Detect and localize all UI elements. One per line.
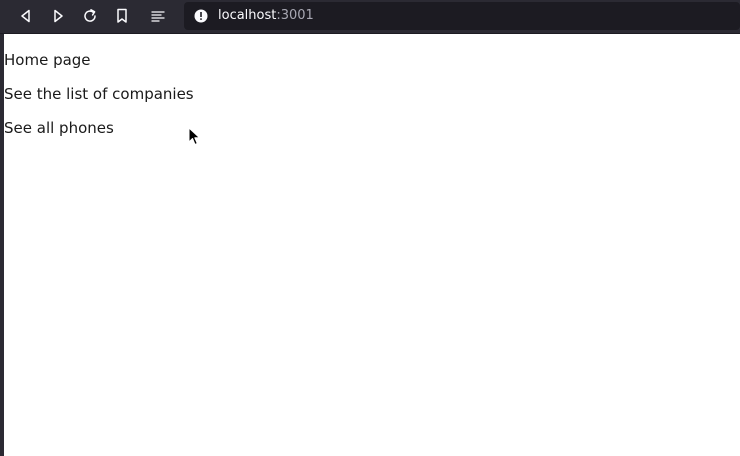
reader-view-button[interactable] [144,3,172,29]
reader-view-icon [151,11,165,22]
bookmark-button[interactable] [108,3,136,29]
all-phones-link[interactable]: See all phones [4,119,114,137]
page-content: Home page See the list of companies See … [4,34,740,456]
home-page-link[interactable]: Home page [4,51,91,69]
reload-button[interactable] [76,3,104,29]
companies-list-link[interactable]: See the list of companies [4,85,194,103]
site-info-icon[interactable] [194,9,208,23]
url-host: localhost [218,8,277,23]
url-port: :3001 [276,8,314,23]
reload-icon [84,9,96,22]
back-button[interactable] [12,3,40,29]
mouse-pointer-icon [188,127,200,145]
forward-arrow-icon [54,9,63,23]
browser-toolbar: localhost:3001 [0,0,740,34]
url-text[interactable]: localhost:3001 [218,8,314,23]
forward-button[interactable] [44,3,72,29]
back-arrow-icon [21,9,30,23]
url-bar[interactable]: localhost:3001 [184,2,740,30]
bookmark-icon [117,8,127,23]
